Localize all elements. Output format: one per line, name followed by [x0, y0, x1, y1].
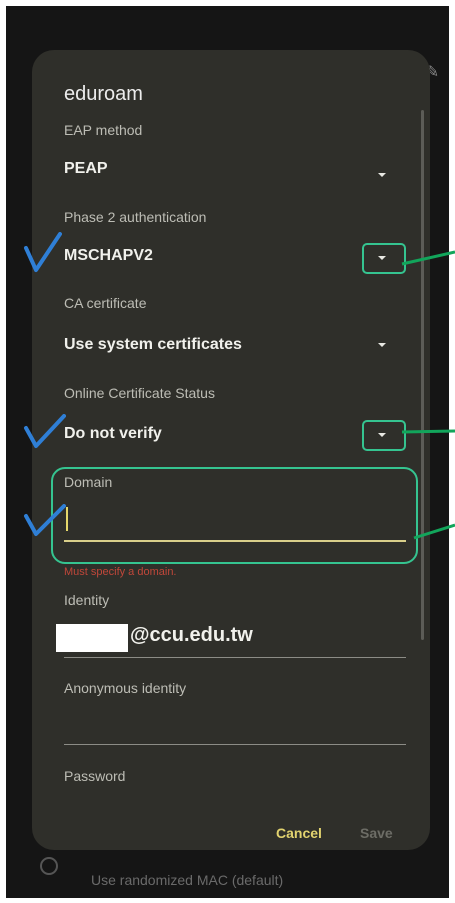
identity-value[interactable]: @ccu.edu.tw — [130, 624, 253, 647]
ocsp-label: Online Certificate Status — [64, 385, 215, 401]
eap-method-dropdown-icon[interactable] — [378, 173, 386, 177]
ca-certificate-label: CA certificate — [64, 295, 147, 311]
ocsp-dropdown-icon[interactable] — [378, 433, 386, 437]
randomized-mac-option[interactable]: Use randomized MAC (default) — [91, 872, 283, 888]
domain-error-text: Must specify a domain. — [64, 566, 177, 578]
domain-label: Domain — [64, 474, 113, 490]
anonymous-identity-input[interactable] — [64, 712, 410, 744]
password-input[interactable] — [64, 790, 410, 814]
ca-certificate-value[interactable]: Use system certificates — [64, 336, 242, 354]
phase2-value[interactable]: MSCHAPV2 — [64, 247, 153, 265]
dialog-title: eduroam — [64, 83, 143, 105]
cancel-button[interactable]: Cancel — [276, 825, 322, 841]
checkmark-icon — [24, 232, 62, 272]
phase2-label: Phase 2 authentication — [64, 209, 207, 225]
ca-certificate-dropdown-icon[interactable] — [378, 343, 386, 347]
pointer-line — [401, 250, 455, 266]
domain-input[interactable] — [64, 500, 406, 542]
pointer-line — [413, 523, 455, 540]
dialog-scrollbar[interactable] — [421, 110, 424, 640]
redacted-username — [56, 624, 128, 652]
anonymous-identity-label: Anonymous identity — [64, 680, 187, 696]
ocsp-value[interactable]: Do not verify — [64, 425, 162, 443]
checkmark-icon — [24, 414, 66, 448]
identity-underline — [64, 657, 406, 658]
mac-settings-icon — [40, 857, 58, 875]
text-cursor — [66, 507, 68, 531]
password-label: Password — [64, 768, 126, 784]
pointer-line — [401, 429, 455, 434]
checkmark-icon — [24, 504, 66, 536]
save-button[interactable]: Save — [360, 825, 393, 841]
eap-method-label: EAP method — [64, 122, 143, 138]
anonymous-identity-underline — [64, 744, 406, 745]
eap-method-value[interactable]: PEAP — [64, 160, 108, 178]
identity-label: Identity — [64, 592, 110, 608]
phase2-dropdown-icon[interactable] — [378, 256, 386, 260]
